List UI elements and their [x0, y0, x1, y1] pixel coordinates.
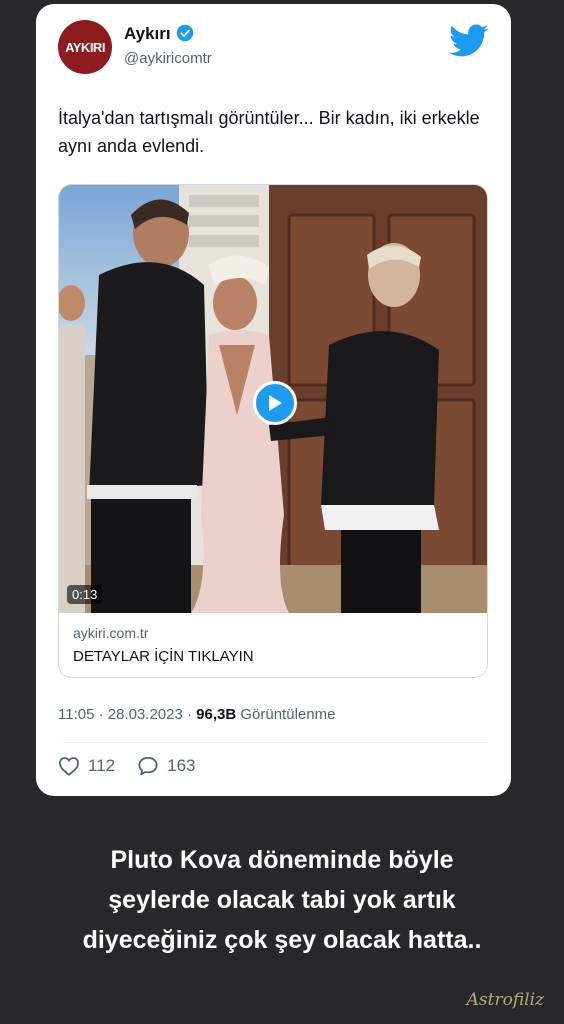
caption-line-1: Pluto Kova döneminde böyle: [110, 846, 454, 874]
play-button[interactable]: [253, 381, 297, 425]
tweet-timestamp[interactable]: 11:05 · 28.03.2023 ·: [58, 706, 196, 723]
tweet-text: İtalya'dan tartışmalı görüntüler... Bir …: [58, 108, 480, 156]
story-caption: Pluto Kova döneminde böyle şeylerde olac…: [0, 840, 564, 960]
link-card[interactable]: 0:13 aykiri.com.tr DETAYLAR İÇİN TIKLAYI…: [58, 184, 488, 678]
like-count: 112: [88, 756, 116, 775]
play-icon: [269, 395, 282, 411]
avatar[interactable]: AYKIRI: [58, 20, 112, 74]
comment-bubble-icon: [138, 756, 158, 776]
video-player[interactable]: 0:13: [59, 185, 487, 613]
video-duration: 0:13: [67, 585, 103, 604]
reply-count: 163: [167, 756, 196, 775]
heart-icon: [58, 757, 80, 776]
tweet-card[interactable]: AYKIRI Aykırı @aykiricomtr İtalya'dan ta…: [36, 4, 511, 796]
verified-badge-icon: [176, 24, 194, 42]
twitter-bird-icon: [449, 24, 489, 57]
tweet-actions: 112 163: [58, 756, 217, 776]
watermark: Astrofiliz: [466, 990, 544, 1010]
caption-line-3: diyeceğiniz çok şey olacak hatta..: [82, 926, 482, 954]
reply-button[interactable]: 163: [137, 756, 195, 776]
caption-line-2: şeylerde olacak tabi yok artık: [108, 886, 456, 914]
views-label: Görüntülenme: [236, 706, 336, 723]
tweet-meta: 11:05 · 28.03.2023 · 96,3B Görüntülenme: [58, 706, 335, 723]
display-name[interactable]: Aykırı: [124, 24, 171, 44]
like-button[interactable]: 112: [58, 756, 115, 776]
link-domain[interactable]: aykiri.com.tr: [73, 625, 148, 641]
link-title[interactable]: DETAYLAR İÇİN TIKLAYIN: [73, 648, 254, 665]
avatar-logo-text: AYKIRI: [65, 39, 105, 55]
divider: [58, 742, 489, 743]
view-count: 96,3B: [196, 706, 237, 723]
user-handle[interactable]: @aykiricomtr: [124, 50, 212, 67]
